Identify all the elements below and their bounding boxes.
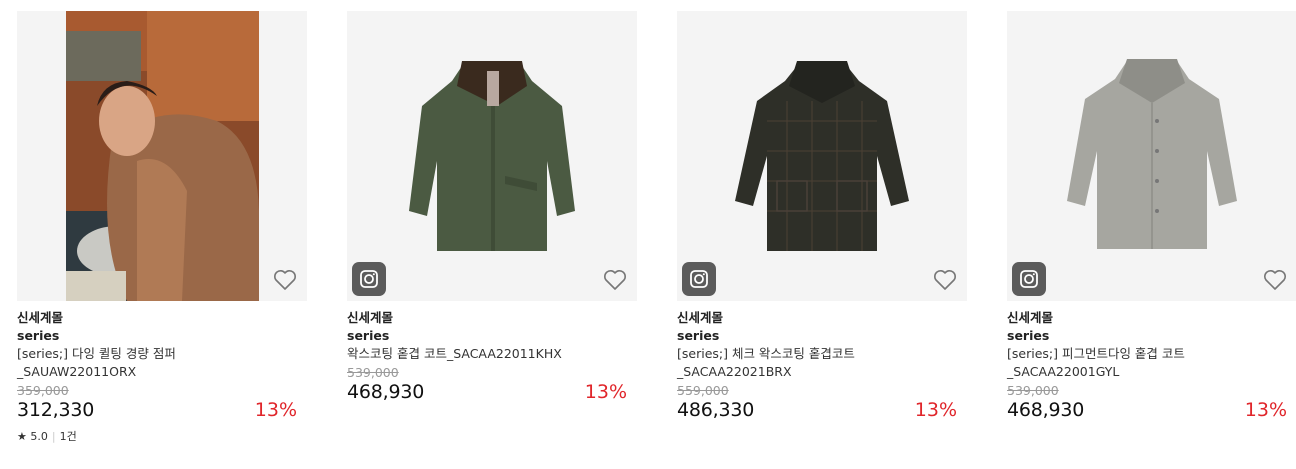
product-name-line1[interactable]: 왁스코팅 홑겹 코트_SACAA22011KHX bbox=[347, 345, 637, 363]
product-card[interactable]: 신세계몰 series [series;] 다잉 퀼팅 경량 점퍼 _SAUAW… bbox=[17, 11, 307, 444]
discount-rate: 13% bbox=[914, 399, 957, 421]
sale-price: 468,930 bbox=[1007, 399, 1085, 421]
store-name[interactable]: 신세계몰 bbox=[1007, 309, 1296, 327]
product-image[interactable] bbox=[17, 11, 307, 301]
product-image[interactable] bbox=[347, 11, 637, 301]
instagram-icon[interactable] bbox=[1012, 262, 1046, 296]
brand-name[interactable]: series bbox=[347, 327, 637, 345]
store-name[interactable]: 신세계몰 bbox=[347, 309, 637, 327]
grey-coat-photo bbox=[1007, 11, 1296, 301]
divider: | bbox=[51, 430, 56, 443]
sale-price: 312,330 bbox=[17, 399, 95, 421]
brand-name[interactable]: series bbox=[17, 327, 307, 345]
sale-price: 468,930 bbox=[347, 381, 425, 403]
original-price: 539,000 bbox=[1007, 383, 1059, 398]
sale-price: 486,330 bbox=[677, 399, 755, 421]
discount-rate: 13% bbox=[1244, 399, 1287, 421]
original-price: 539,000 bbox=[347, 365, 399, 380]
product-name-line2[interactable]: _SACAA22001GYL bbox=[1007, 363, 1296, 381]
product-card[interactable]: 신세계몰 series [series;] 체크 왁스코팅 홑겹코트 _SACA… bbox=[677, 11, 967, 422]
wishlist-heart-icon[interactable] bbox=[603, 269, 627, 291]
brand-name[interactable]: series bbox=[1007, 327, 1296, 345]
green-coat-photo bbox=[347, 11, 637, 301]
rating-summary: ★ 5.0 | 1건 bbox=[17, 430, 307, 444]
store-name[interactable]: 신세계몰 bbox=[17, 309, 307, 327]
check-coat-photo bbox=[677, 11, 967, 301]
instagram-icon[interactable] bbox=[352, 262, 386, 296]
store-name[interactable]: 신세계몰 bbox=[677, 309, 967, 327]
discount-rate: 13% bbox=[584, 381, 627, 403]
wishlist-heart-icon[interactable] bbox=[1263, 269, 1287, 291]
product-card[interactable]: 신세계몰 series 왁스코팅 홑겹 코트_SACAA22011KHX 539… bbox=[347, 11, 637, 404]
product-card[interactable]: 신세계몰 series [series;] 피그먼트다잉 홑겹 코트 _SACA… bbox=[1007, 11, 1296, 422]
original-price: 559,000 bbox=[677, 383, 729, 398]
product-image[interactable] bbox=[1007, 11, 1296, 301]
original-price: 359,000 bbox=[17, 383, 69, 398]
product-name-line1[interactable]: [series;] 피그먼트다잉 홑겹 코트 bbox=[1007, 345, 1296, 363]
wishlist-heart-icon[interactable] bbox=[933, 269, 957, 291]
product-name-line2[interactable]: _SAUAW22011ORX bbox=[17, 363, 307, 381]
product-name-line1[interactable]: [series;] 체크 왁스코팅 홑겹코트 bbox=[677, 345, 967, 363]
star-icon: ★ bbox=[17, 430, 27, 443]
rating-value: 5.0 bbox=[30, 430, 48, 443]
review-count: 1건 bbox=[59, 430, 77, 443]
product-name-line2[interactable]: _SACAA22021BRX bbox=[677, 363, 967, 381]
instagram-icon[interactable] bbox=[682, 262, 716, 296]
brand-name[interactable]: series bbox=[677, 327, 967, 345]
wishlist-heart-icon[interactable] bbox=[273, 269, 297, 291]
product-image[interactable] bbox=[677, 11, 967, 301]
man-in-jacket-photo bbox=[17, 11, 307, 301]
product-name-line1[interactable]: [series;] 다잉 퀼팅 경량 점퍼 bbox=[17, 345, 307, 363]
discount-rate: 13% bbox=[254, 399, 297, 421]
